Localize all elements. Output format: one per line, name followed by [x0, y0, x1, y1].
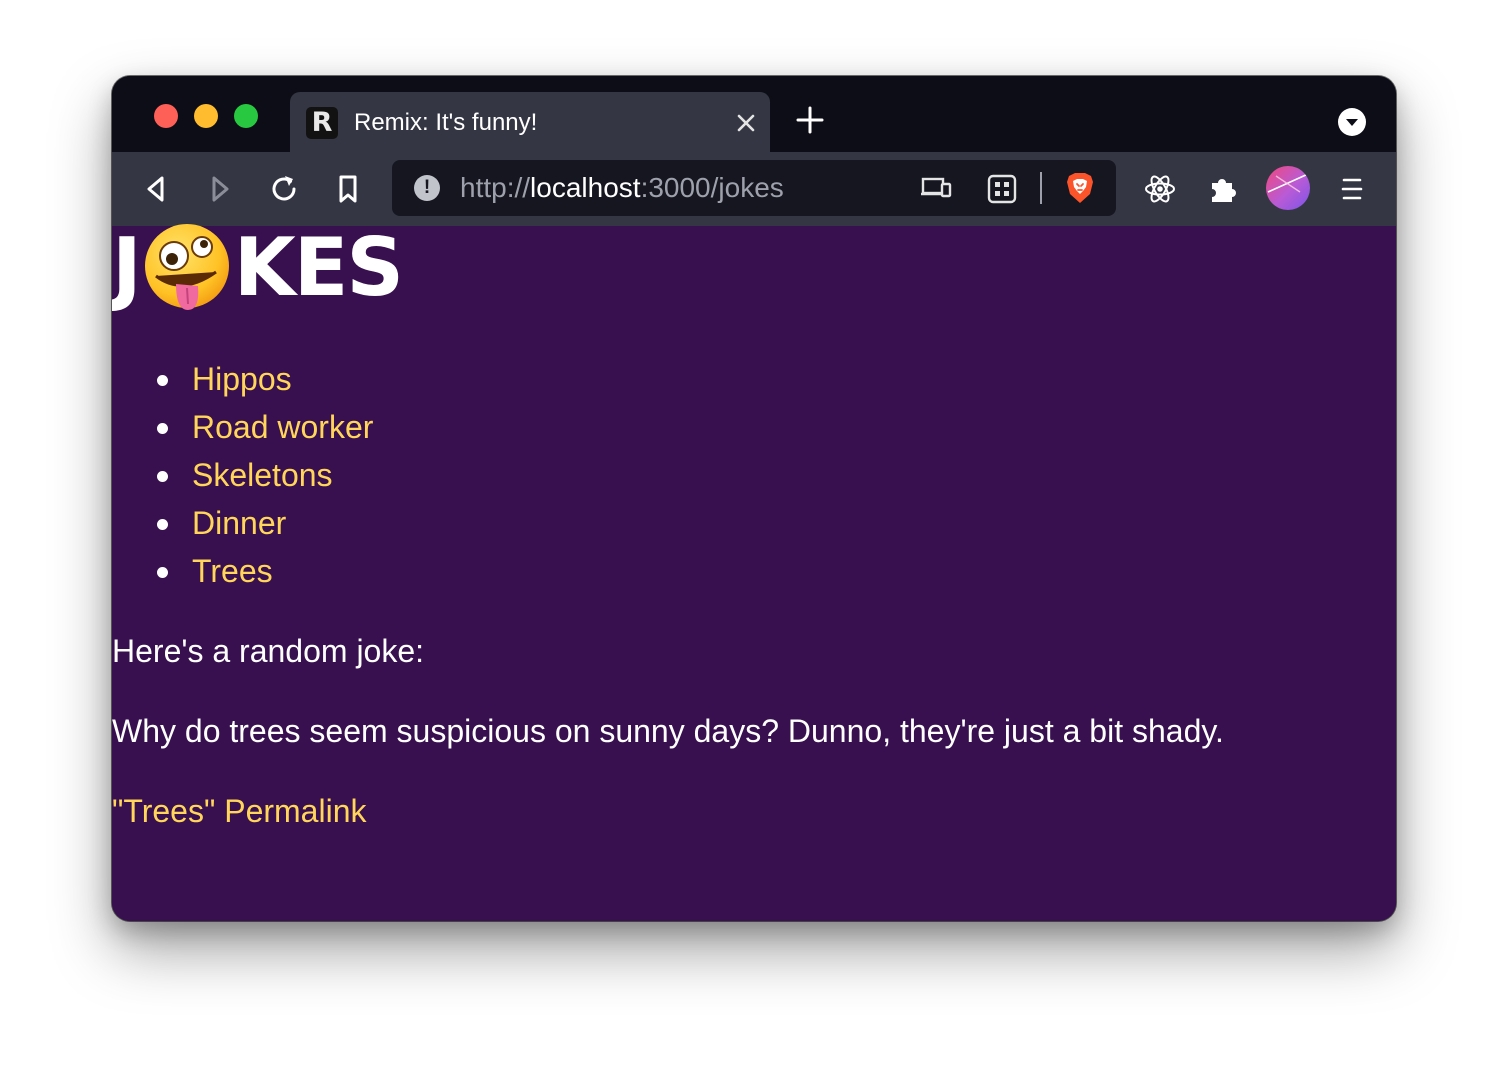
minimize-window-button[interactable] — [194, 104, 218, 128]
reload-icon — [272, 176, 296, 201]
url-path: :3000/jokes — [640, 172, 784, 203]
logo-letters-kes: KES — [233, 220, 404, 314]
new-tab-button[interactable] — [794, 104, 826, 136]
bullet — [157, 519, 168, 530]
url-text[interactable]: http://localhost:3000/jokes — [460, 172, 784, 204]
react-devtools-button[interactable] — [1142, 171, 1178, 207]
profile-avatar[interactable] — [1266, 166, 1310, 210]
cast-devices-icon[interactable] — [920, 174, 952, 202]
joke-text: Why do trees seem suspicious on sunny da… — [112, 713, 1224, 749]
close-icon — [737, 114, 755, 132]
bookmark-icon — [339, 175, 357, 203]
bullet — [157, 423, 168, 434]
address-divider — [1040, 172, 1042, 204]
menu-button[interactable] — [1334, 171, 1370, 207]
bullet — [157, 375, 168, 386]
qr-code-icon[interactable] — [986, 174, 1018, 204]
list-item: Trees — [112, 550, 373, 598]
tab-strip: R Remix: It's funny! — [112, 76, 1396, 152]
plus-icon — [796, 106, 824, 134]
brave-shields-icon[interactable] — [1062, 170, 1098, 206]
list-item: Road worker — [112, 406, 373, 454]
joke-link-skeletons[interactable]: Skeletons — [192, 457, 333, 493]
url-scheme: http:// — [460, 172, 531, 203]
joke-link-trees[interactable]: Trees — [192, 553, 273, 589]
url-host: localhost — [530, 172, 641, 203]
browser-window: R Remix: It's funny! ! http://localhost:… — [112, 76, 1396, 921]
react-atom-icon — [1145, 175, 1175, 203]
remix-logo-icon: R — [306, 107, 338, 139]
back-arrow-icon — [147, 176, 164, 202]
bullet — [157, 567, 168, 578]
joke-link-road-worker[interactable]: Road worker — [192, 409, 373, 445]
bullet — [157, 471, 168, 482]
forward-button[interactable] — [202, 171, 238, 207]
permalink-link[interactable]: "Trees" Permalink — [112, 792, 366, 830]
logo-letter-j: J — [112, 220, 142, 314]
address-bar[interactable]: ! http://localhost:3000/jokes — [392, 160, 1116, 216]
joke-link-hippos[interactable]: Hippos — [192, 361, 292, 397]
list-item: Hippos — [112, 358, 373, 406]
forward-arrow-icon — [212, 176, 229, 202]
tab-title: Remix: It's funny! — [354, 109, 538, 136]
back-button[interactable] — [138, 171, 174, 207]
hamburger-menu-icon — [1341, 178, 1363, 200]
tab-search-button[interactable] — [1338, 108, 1366, 136]
list-item: Dinner — [112, 502, 373, 550]
close-window-button[interactable] — [154, 104, 178, 128]
tab-remix-jokes[interactable]: R Remix: It's funny! — [290, 92, 770, 152]
bookmark-button[interactable] — [330, 171, 366, 207]
list-item: Skeletons — [112, 454, 373, 502]
joke-list: Hippos Road worker Skeletons Dinner Tree… — [112, 358, 373, 598]
chevron-down-icon — [1346, 119, 1358, 126]
zoom-window-button[interactable] — [234, 104, 258, 128]
jokes-logo[interactable]: J KES — [112, 220, 404, 314]
extensions-button[interactable] — [1206, 171, 1242, 207]
reload-button[interactable] — [266, 171, 302, 207]
page-content: J KES Hippos Road worker Skeletons Dinne… — [112, 221, 1396, 921]
toolbar: ! http://localhost:3000/jokes — [112, 152, 1396, 226]
puzzle-piece-icon — [1212, 179, 1236, 202]
site-info-icon[interactable]: ! — [414, 175, 440, 201]
zany-face-icon — [144, 224, 229, 310]
profile-avatar-icon — [1267, 173, 1309, 193]
close-tab-button[interactable] — [732, 109, 760, 137]
random-joke-heading: Here's a random joke: — [112, 633, 425, 669]
joke-link-dinner[interactable]: Dinner — [192, 505, 286, 541]
